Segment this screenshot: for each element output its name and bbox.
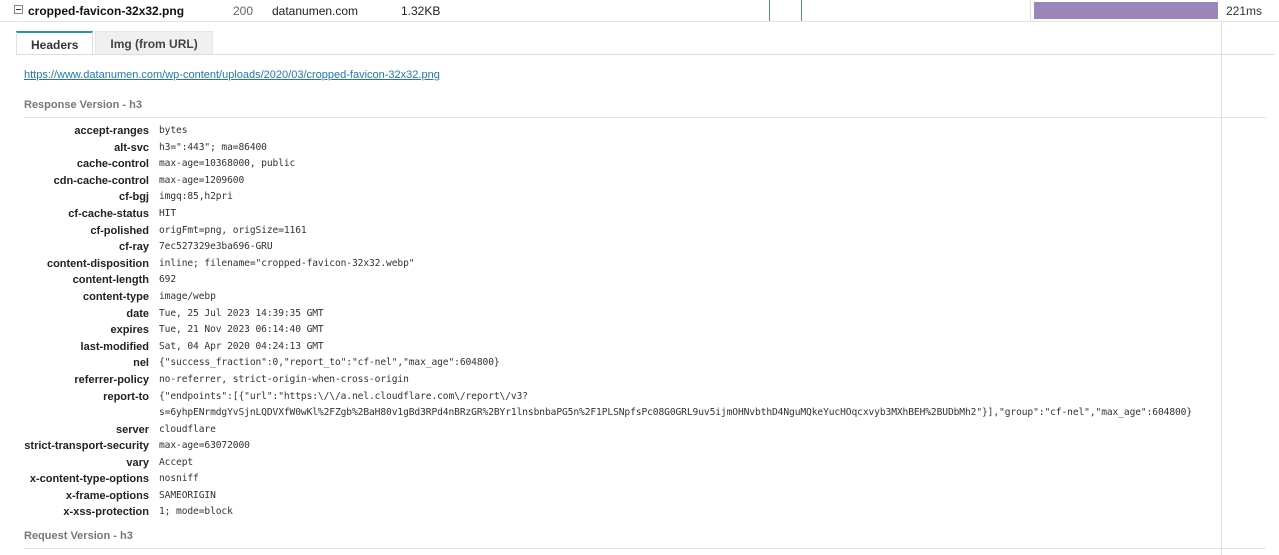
header-value: 7ec527329e3ba696-GRU bbox=[159, 241, 273, 253]
header-value: nosniff bbox=[159, 473, 199, 485]
header-name: nel bbox=[133, 357, 149, 370]
header-name: content-disposition bbox=[46, 257, 149, 270]
header-name: expires bbox=[110, 324, 149, 337]
header-name: cf-polished bbox=[90, 224, 149, 237]
header-name: last-modified bbox=[80, 340, 149, 353]
header-value: max-age=63072000 bbox=[159, 440, 250, 452]
header-row: x-frame-options SAMEORIGIN bbox=[0, 488, 1279, 505]
header-value: origFmt=png, origSize=1161 bbox=[159, 224, 307, 236]
header-name: content-length bbox=[72, 274, 149, 287]
header-value: Tue, 25 Jul 2023 14:39:35 GMT bbox=[159, 307, 324, 319]
header-row: report-to {"endpoints":[{"url":"https:\/\… bbox=[0, 389, 1279, 422]
timeline-marker bbox=[769, 0, 770, 21]
response-headers-list: accept-ranges bytes alt-svc h3=":443"; ma=8… bbox=[0, 123, 1279, 521]
tab-img-from-url[interactable]: Img (from URL) bbox=[95, 31, 213, 55]
header-value: Tue, 21 Nov 2023 06:14:40 GMT bbox=[159, 324, 324, 336]
request-status: 200 bbox=[233, 4, 254, 18]
header-value: inline; filename="cropped-favicon-32x32.… bbox=[159, 257, 415, 269]
timing-bar bbox=[1034, 2, 1218, 19]
header-value: Accept bbox=[159, 456, 194, 468]
timeline-marker bbox=[801, 0, 802, 21]
tab-headers[interactable]: Headers bbox=[16, 31, 94, 55]
header-row: cdn-cache-control max-age=1209600 bbox=[0, 173, 1279, 190]
request-size: 1.32KB bbox=[401, 4, 441, 18]
header-name: alt-svc bbox=[114, 141, 149, 154]
header-row: date Tue, 25 Jul 2023 14:39:35 GMT bbox=[0, 306, 1279, 323]
header-name: server bbox=[115, 423, 149, 436]
header-name: vary bbox=[126, 456, 149, 469]
header-row: alt-svc h3=":443"; ma=86400 bbox=[0, 140, 1279, 157]
header-value: h3=":443"; ma=86400 bbox=[159, 141, 267, 153]
request-domain: datanumen.com bbox=[272, 4, 359, 18]
header-value: {"success_fraction":0,"report_to":"cf-ne… bbox=[159, 357, 500, 369]
header-value-continued: s=6yhpENrmdgYvSjnLQDVXfW0wKl%2FZgb%2BaH8… bbox=[159, 407, 1193, 419]
header-value: max-age=10368000, public bbox=[159, 158, 296, 170]
header-row: last-modified Sat, 04 Apr 2020 04:24:13 G… bbox=[0, 339, 1279, 356]
header-name: cf-bgj bbox=[119, 191, 149, 204]
section-divider bbox=[24, 548, 1266, 549]
tab-divider bbox=[16, 54, 1274, 55]
header-value: image/webp bbox=[159, 290, 216, 302]
header-value: SAMEORIGIN bbox=[159, 489, 216, 501]
header-name: x-content-type-options bbox=[29, 473, 149, 486]
header-name: referrer-policy bbox=[74, 373, 149, 386]
request-row[interactable]: cropped-favicon-32x32.png 200 datanumen.… bbox=[0, 0, 1279, 22]
request-time: 221ms bbox=[1226, 4, 1263, 18]
header-row: cf-polished origFmt=png, origSize=1161 bbox=[0, 223, 1279, 240]
header-value: {"endpoints":[{"url":"https:\/\/a.nel.cl… bbox=[159, 390, 528, 402]
timeline-divider bbox=[1030, 0, 1031, 21]
header-name: date bbox=[126, 307, 149, 320]
header-row: cache-control max-age=10368000, public bbox=[0, 156, 1279, 173]
header-row: content-disposition inline; filename="cro… bbox=[0, 256, 1279, 273]
detail-tabs: Headers Img (from URL) bbox=[16, 31, 215, 55]
request-detail-page: cropped-favicon-32x32.png 200 datanumen.… bbox=[0, 0, 1279, 555]
header-row: cf-ray 7ec527329e3ba696-GRU bbox=[0, 239, 1279, 256]
header-name: x-xss-protection bbox=[63, 506, 149, 519]
header-row: x-xss-protection 1; mode=block bbox=[0, 504, 1279, 521]
header-name: cf-cache-status bbox=[68, 207, 149, 220]
header-value: HIT bbox=[159, 207, 177, 219]
header-name: cache-control bbox=[76, 158, 149, 171]
header-name: accept-ranges bbox=[74, 125, 149, 137]
header-row: strict-transport-security max-age=6307200… bbox=[0, 438, 1279, 455]
header-row: accept-ranges bytes bbox=[0, 123, 1279, 140]
request-filename: cropped-favicon-32x32.png bbox=[28, 4, 185, 18]
header-row: content-length 692 bbox=[0, 272, 1279, 289]
header-row: nel {"success_fraction":0,"report_to":"cf… bbox=[0, 355, 1279, 372]
header-value: 1; mode=block bbox=[159, 506, 233, 518]
header-row: referrer-policy no-referrer, strict-origi… bbox=[0, 372, 1279, 389]
header-row: vary Accept bbox=[0, 455, 1279, 472]
header-name: strict-transport-security bbox=[24, 440, 149, 453]
header-row: cf-bgj imgq:85,h2pri bbox=[0, 189, 1279, 206]
header-value: imgq:85,h2pri bbox=[159, 191, 233, 203]
header-value: 692 bbox=[159, 274, 177, 286]
header-value: max-age=1209600 bbox=[159, 174, 245, 186]
header-name: cdn-cache-control bbox=[53, 174, 149, 187]
header-name: content-type bbox=[83, 290, 149, 303]
header-row: server cloudflare bbox=[0, 422, 1279, 439]
request-url-link[interactable]: https://www.datanumen.com/wp-content/upl… bbox=[24, 69, 440, 81]
header-row: content-type image/webp bbox=[0, 289, 1279, 306]
header-name: cf-ray bbox=[119, 241, 149, 254]
header-value: cloudflare bbox=[159, 423, 216, 435]
header-value: bytes bbox=[159, 125, 188, 136]
header-name: x-frame-options bbox=[65, 489, 149, 502]
header-value: no-referrer, strict-origin-when-cross-or… bbox=[159, 373, 409, 385]
request-version-title: Request Version - h3 bbox=[24, 530, 133, 542]
response-version-title: Response Version - h3 bbox=[24, 99, 142, 111]
section-divider bbox=[24, 117, 1266, 118]
header-row: x-content-type-options nosniff bbox=[0, 471, 1279, 488]
collapse-toggle-icon[interactable] bbox=[14, 5, 23, 14]
header-value: Sat, 04 Apr 2020 04:24:13 GMT bbox=[159, 340, 324, 352]
header-row: cf-cache-status HIT bbox=[0, 206, 1279, 223]
header-row: expires Tue, 21 Nov 2023 06:14:40 GMT bbox=[0, 322, 1279, 339]
header-name: report-to bbox=[103, 390, 149, 403]
